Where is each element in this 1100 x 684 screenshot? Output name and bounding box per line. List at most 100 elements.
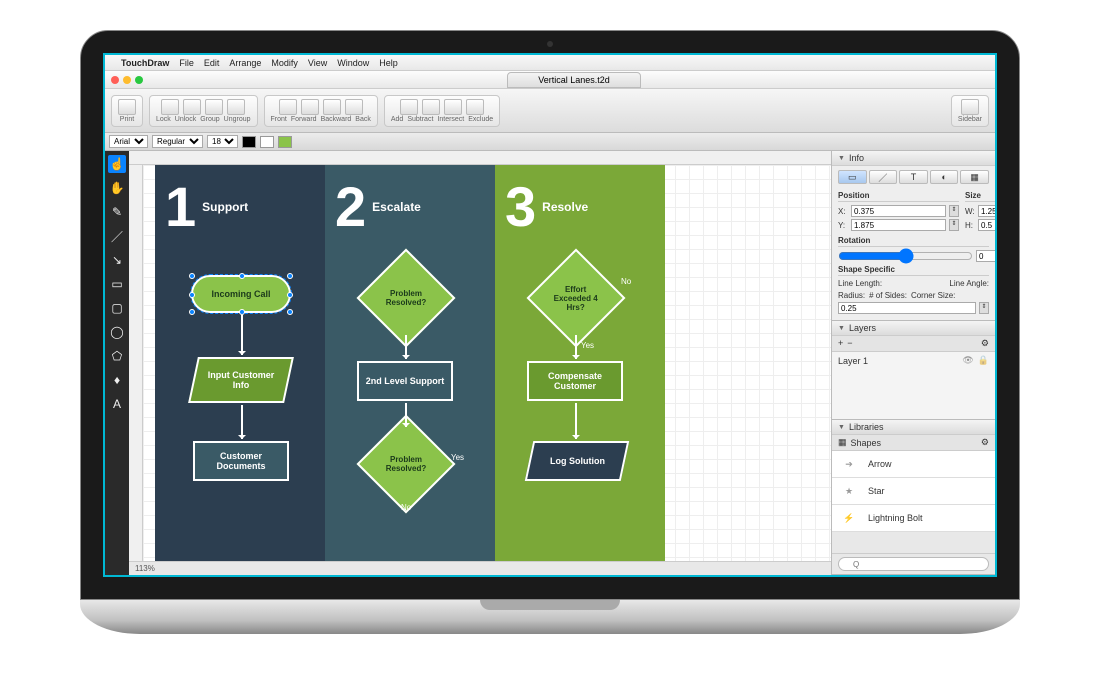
menu-help[interactable]: Help (379, 58, 398, 68)
node-customer-documents[interactable]: Customer Documents (193, 441, 289, 481)
font-select[interactable]: Arial (109, 135, 148, 148)
info-tab-text[interactable]: T (899, 170, 928, 184)
back-button[interactable] (345, 99, 363, 115)
info-panel-header[interactable]: Info (832, 151, 995, 166)
exclude-button[interactable] (466, 99, 484, 115)
size-h-input[interactable] (978, 219, 997, 231)
accent-swatch[interactable] (278, 136, 292, 148)
titlebar: Vertical Lanes.t2d (105, 71, 995, 89)
library-search-input[interactable] (838, 557, 989, 571)
edge-label-no-2: No (401, 503, 411, 512)
print-button[interactable]: Print (111, 95, 143, 127)
size-w-input[interactable] (978, 205, 997, 217)
text-tool[interactable]: A (108, 395, 126, 413)
edge-label-yes-2: Yes (451, 453, 464, 462)
libraries-panel-header[interactable]: Libraries (832, 420, 995, 435)
close-icon[interactable] (111, 76, 119, 84)
font-size-select[interactable]: 18 (207, 135, 238, 148)
stepper-icon[interactable]: ⇕ (949, 205, 959, 217)
eye-icon[interactable]: 👁 (962, 355, 973, 366)
menu-edit[interactable]: Edit (204, 58, 220, 68)
layer-row[interactable]: Layer 1 👁 🔒 (832, 352, 995, 369)
menu-arrange[interactable]: Arrange (229, 58, 261, 68)
lock-group: Lock Unlock Group Ungroup (149, 95, 258, 127)
library-item-lightning[interactable]: ⚡Lightning Bolt (832, 505, 995, 532)
lock-icon[interactable]: 🔒 (978, 355, 989, 366)
zoom-level[interactable]: 113% (135, 564, 155, 573)
order-group: Front Forward Backward Back (264, 95, 378, 127)
line-tool[interactable]: ／ (108, 227, 126, 245)
node-input-customer-info[interactable]: Input Customer Info (188, 357, 294, 403)
forward-button[interactable] (301, 99, 319, 115)
arrow (405, 335, 407, 359)
arrow (241, 405, 243, 439)
rotation-input[interactable] (976, 250, 997, 262)
arrow (405, 403, 407, 427)
pen-tool[interactable]: ✎ (108, 203, 126, 221)
ruler-horizontal (129, 151, 831, 165)
ungroup-button[interactable] (227, 99, 245, 115)
subtract-button[interactable] (422, 99, 440, 115)
grid-view-icon[interactable]: ▦ (838, 437, 847, 448)
status-bar: 113% (129, 561, 831, 575)
sidebar-toggle[interactable]: Sidebar (951, 95, 989, 127)
library-options-icon[interactable]: ⚙ (981, 437, 989, 448)
remove-layer-button[interactable]: − (847, 338, 852, 349)
node-log-solution[interactable]: Log Solution (525, 441, 630, 481)
ellipse-tool[interactable]: ◯ (108, 323, 126, 341)
zoom-icon[interactable] (135, 76, 143, 84)
group-button[interactable] (205, 99, 223, 115)
library-item-star[interactable]: ★Star (832, 478, 995, 505)
menu-file[interactable]: File (179, 58, 194, 68)
rounded-rect-tool[interactable]: ▢ (108, 299, 126, 317)
backward-button[interactable] (323, 99, 341, 115)
rect-tool[interactable]: ▭ (108, 275, 126, 293)
pos-x-input[interactable] (851, 205, 946, 217)
node-compensate-customer[interactable]: Compensate Customer (527, 361, 623, 401)
polygon-tool[interactable]: ⬠ (108, 347, 126, 365)
node-2nd-level-support[interactable]: 2nd Level Support (357, 361, 453, 401)
text-color-swatch[interactable] (242, 136, 256, 148)
add-button[interactable] (400, 99, 418, 115)
layer-options-icon[interactable]: ⚙ (981, 338, 989, 349)
rotation-slider[interactable] (838, 251, 973, 261)
stepper-icon[interactable]: ⇕ (979, 302, 989, 314)
info-tab-fill[interactable]: ◐ (930, 170, 959, 184)
font-weight-select[interactable]: Regular (152, 135, 203, 148)
document-title: Vertical Lanes.t2d (538, 75, 610, 85)
print-icon (118, 99, 136, 115)
intersect-button[interactable] (444, 99, 462, 115)
canvas[interactable]: 1Support 2Escalate 3Resolve (143, 165, 831, 561)
stepper-icon[interactable]: ⇕ (949, 219, 959, 231)
app-name[interactable]: TouchDraw (121, 58, 169, 68)
pointer-tool[interactable]: ☝ (108, 155, 126, 173)
menu-window[interactable]: Window (337, 58, 369, 68)
add-layer-button[interactable]: + (838, 338, 843, 349)
library-item-arrow[interactable]: ➔Arrow (832, 451, 995, 478)
pos-y-input[interactable] (851, 219, 946, 231)
pan-tool[interactable]: ✋ (108, 179, 126, 197)
fill-swatch[interactable] (260, 136, 274, 148)
info-tab-stroke[interactable]: ／ (869, 170, 898, 184)
edge-label-no: No (621, 277, 631, 286)
info-tab-shadow[interactable]: ▦ (960, 170, 989, 184)
boolean-group: Add Subtract Intersect Exclude (384, 95, 500, 127)
arrow-icon: ➔ (838, 455, 860, 473)
layers-panel-header[interactable]: Layers (832, 321, 995, 336)
menu-modify[interactable]: Modify (271, 58, 298, 68)
lightning-icon: ⚡ (838, 509, 860, 527)
node-incoming-call[interactable]: Incoming Call (191, 275, 291, 313)
minimize-icon[interactable] (123, 76, 131, 84)
menu-view[interactable]: View (308, 58, 327, 68)
unlock-button[interactable] (183, 99, 201, 115)
front-button[interactable] (279, 99, 297, 115)
info-tab-geometry[interactable]: ▭ (838, 170, 867, 184)
connector-tool[interactable]: ↘ (108, 251, 126, 269)
laptop-base (80, 600, 1020, 634)
path-tool[interactable]: ♦ (108, 371, 126, 389)
lock-button[interactable] (161, 99, 179, 115)
inspector-panel: Info ▭ ／ T ◐ ▦ Position (831, 151, 995, 575)
arrow (575, 403, 577, 439)
corner-size-input[interactable] (838, 302, 976, 314)
document-tab[interactable]: Vertical Lanes.t2d (507, 72, 641, 88)
